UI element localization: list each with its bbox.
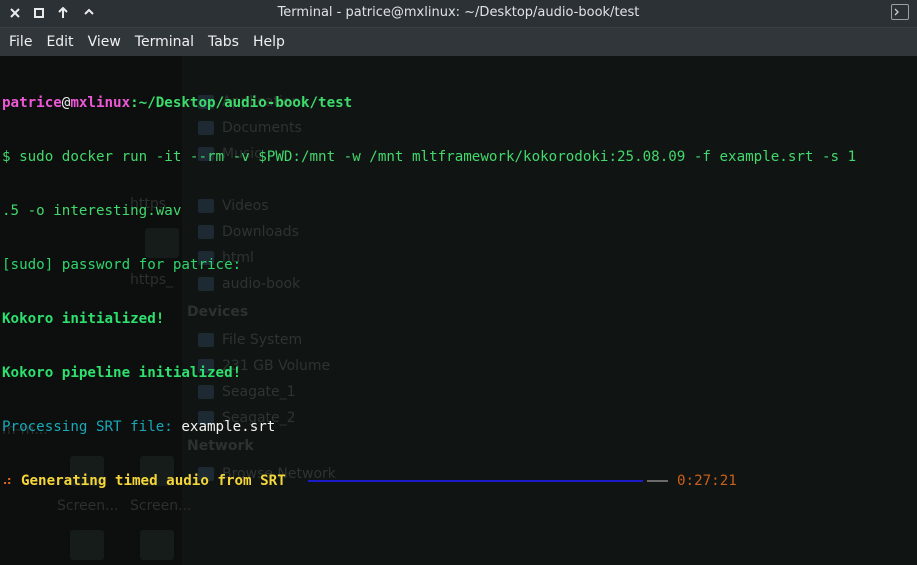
menu-edit[interactable]: Edit bbox=[39, 28, 80, 56]
progress-bar-remaining bbox=[647, 480, 668, 482]
prompt-path: :~/Desktop/audio-book/test bbox=[130, 95, 353, 111]
terminal-area[interactable]: Applications Documents Music Videos Down… bbox=[0, 56, 917, 565]
window-titlebar[interactable]: Terminal - patrice@mxlinux: ~/Desktop/au… bbox=[0, 0, 917, 28]
menu-view[interactable]: View bbox=[81, 28, 128, 56]
window-title: Terminal - patrice@mxlinux: ~/Desktop/au… bbox=[277, 5, 640, 20]
terminal-output: patrice@mxlinux:~/Desktop/audio-book/tes… bbox=[2, 58, 856, 526]
prompt-host: mxlinux bbox=[70, 95, 131, 111]
progress-line: ⠴ Generating timed audio from SRT 0:27:21 bbox=[2, 472, 856, 490]
processing-label: Processing SRT file: bbox=[2, 419, 182, 435]
processing-line: Processing SRT file: example.srt bbox=[2, 418, 856, 436]
elapsed-time: 0:27:21 bbox=[677, 473, 737, 489]
menu-file[interactable]: File bbox=[2, 28, 39, 56]
terminal-icon bbox=[891, 4, 909, 20]
init-message-1: Kokoro initialized! bbox=[2, 311, 165, 327]
menu-terminal[interactable]: Terminal bbox=[128, 28, 201, 56]
menu-tabs[interactable]: Tabs bbox=[201, 28, 246, 56]
ghost-desktop-icon bbox=[70, 530, 104, 560]
spinner-icon: ⠴ bbox=[2, 473, 13, 489]
progress-bar-fill bbox=[308, 480, 643, 482]
prompt-user: patrice bbox=[2, 95, 62, 111]
processing-file: example.srt bbox=[181, 419, 276, 435]
command-line-2: .5 -o interesting.wav bbox=[2, 203, 182, 219]
menu-help[interactable]: Help bbox=[246, 28, 292, 56]
menu-bar: File Edit View Terminal Tabs Help bbox=[0, 28, 917, 56]
init-message-2: Kokoro pipeline initialized! bbox=[2, 365, 242, 381]
sudo-prompt: [sudo] password for patrice: bbox=[2, 257, 242, 273]
command-line-1: $ sudo docker run -it --rm -v $PWD:/mnt … bbox=[2, 149, 857, 165]
generating-label: Generating timed audio from SRT bbox=[20, 473, 286, 489]
prompt-line: patrice@mxlinux:~/Desktop/audio-book/tes… bbox=[2, 94, 856, 112]
ghost-desktop-icon bbox=[140, 530, 174, 560]
